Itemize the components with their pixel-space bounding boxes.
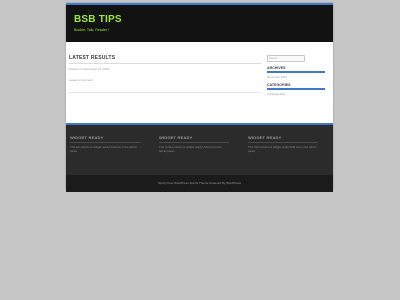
content-area: LATEST RESULTS Posted on December 11, 20… [66,42,333,123]
archives-bar [267,71,325,73]
comment-link[interactable]: Leave a comment [69,78,261,82]
footer-widget-title: WIDGET READY [248,135,282,140]
categories-title: CATEGORIES [267,83,291,87]
categories-item[interactable]: Uncategorized [267,92,329,96]
footer-widget-center: WIDGET READY This center column is widge… [159,135,229,153]
footer-widget-rule [159,142,229,143]
footer-widget-title: WIDGET READY [159,135,193,140]
footer-widget-rule [248,142,318,143]
archives-item[interactable]: December 2012 [267,75,329,79]
sidebar: Search ... ARCHIVES December 2012 CATEGO… [267,55,329,96]
footer-widget-right: WIDGET READY This right column is widget… [248,135,318,153]
main-content: LATEST RESULTS Posted on December 11, 20… [69,55,261,93]
footer-widget-text: This left column is widget ready! Add on… [70,145,137,153]
footer-credits[interactable]: Sporty host WordPress Sports Theme Power… [66,175,333,192]
page-wrapper: BSB TIPS Bookie, Talk, Reader ! LATEST R… [66,3,333,192]
footer-widget-text: This center column is widget ready! Add … [159,145,222,153]
footer-widgets: WIDGET READY This left column is widget … [66,123,333,175]
site-header: BSB TIPS Bookie, Talk, Reader ! [66,5,333,42]
categories-bar [267,88,325,90]
post-title[interactable]: LATEST RESULTS [69,55,261,64]
site-title[interactable]: BSB TIPS [74,14,122,25]
site-tagline: Bookie, Talk, Reader ! [74,28,110,32]
footer-widget-title: WIDGET READY [70,135,104,140]
footer-widget-rule [70,142,140,143]
post-meta[interactable]: Posted on December 11, 2012 [69,67,261,71]
post-divider [69,92,261,93]
footer-widget-left: WIDGET READY This left column is widget … [70,135,140,153]
search-input[interactable]: Search ... [267,55,305,62]
footer-widget-text: This right column is widget ready! Add o… [248,145,317,153]
archives-title: ARCHIVES [267,66,286,70]
